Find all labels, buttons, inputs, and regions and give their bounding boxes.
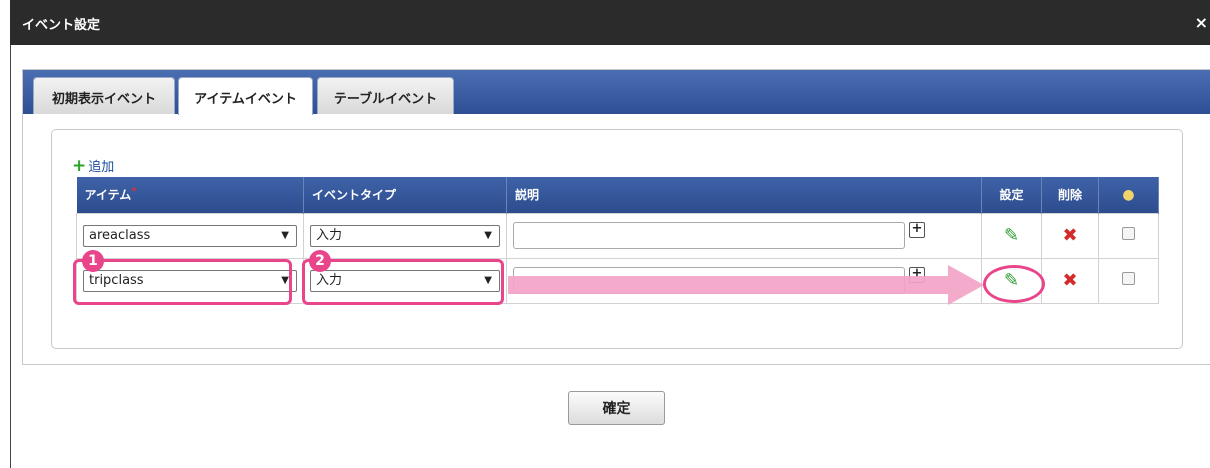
tab-table-event[interactable]: テーブルイベント <box>317 77 454 114</box>
tab-initial-display-event[interactable]: 初期表示イベント <box>33 77 175 114</box>
table-header-row: アイテム* イベントタイプ 説明 設定 削除 ● <box>76 177 1159 213</box>
chevron-down-icon: ▼ <box>281 229 289 241</box>
dialog-title: イベント設定 <box>22 18 101 33</box>
add-button[interactable]: + 追加 <box>72 156 114 176</box>
confirm-button[interactable]: 確定 <box>568 391 665 425</box>
lightbulb-icon: ● <box>1122 186 1135 203</box>
event-settings-panel: 初期表示イベント アイテムイベント テーブルイベント + 追加 アイテム* イベン… <box>22 69 1210 365</box>
dialog-titlebar: イベント設定 × <box>10 0 1210 45</box>
chevron-down-icon: ▼ <box>484 274 492 286</box>
plus-icon: + <box>72 156 87 176</box>
event-type-select[interactable]: 入力 ▼ <box>310 224 500 247</box>
step-badge-1: 1 <box>82 250 104 272</box>
required-mark: * <box>131 186 137 198</box>
header-description: 説明 <box>506 177 982 213</box>
item-select[interactable]: tripclass ▼ <box>83 269 297 292</box>
row-checkbox[interactable] <box>1122 272 1135 285</box>
step-badge-2: 2 <box>309 250 331 272</box>
chevron-down-icon: ▼ <box>281 274 289 286</box>
header-item: アイテム* <box>76 177 304 213</box>
highlight-settings-pencil <box>983 265 1045 303</box>
expand-plus-icon[interactable]: + <box>909 222 925 238</box>
close-icon[interactable]: × <box>1195 13 1208 32</box>
header-settings: 設定 <box>981 177 1042 213</box>
chevron-down-icon: ▼ <box>484 229 492 241</box>
arrow-annotation <box>508 265 984 305</box>
description-input[interactable] <box>513 222 905 249</box>
header-hint: ● <box>1098 177 1159 213</box>
delete-x-icon[interactable]: ✖ <box>1062 225 1077 246</box>
dialog-border <box>10 45 11 468</box>
tab-bar: 初期表示イベント アイテムイベント テーブルイベント <box>23 70 1210 115</box>
header-event-type: イベントタイプ <box>303 177 507 213</box>
event-type-select[interactable]: 入力 ▼ <box>310 269 500 292</box>
item-event-section: + 追加 アイテム* イベントタイプ 説明 設定 削除 ● areaclass ▼ <box>51 129 1183 349</box>
pencil-icon[interactable]: ✎ <box>1004 225 1019 246</box>
add-label: 追加 <box>88 160 115 175</box>
delete-x-icon[interactable]: ✖ <box>1062 270 1077 291</box>
header-delete: 削除 <box>1041 177 1099 213</box>
tab-item-event[interactable]: アイテムイベント <box>178 77 313 115</box>
row-checkbox[interactable] <box>1122 227 1135 240</box>
item-select[interactable]: areaclass ▼ <box>83 224 297 247</box>
table-row: areaclass ▼ 入力 ▼ + ✎ ✖ <box>76 212 1159 259</box>
